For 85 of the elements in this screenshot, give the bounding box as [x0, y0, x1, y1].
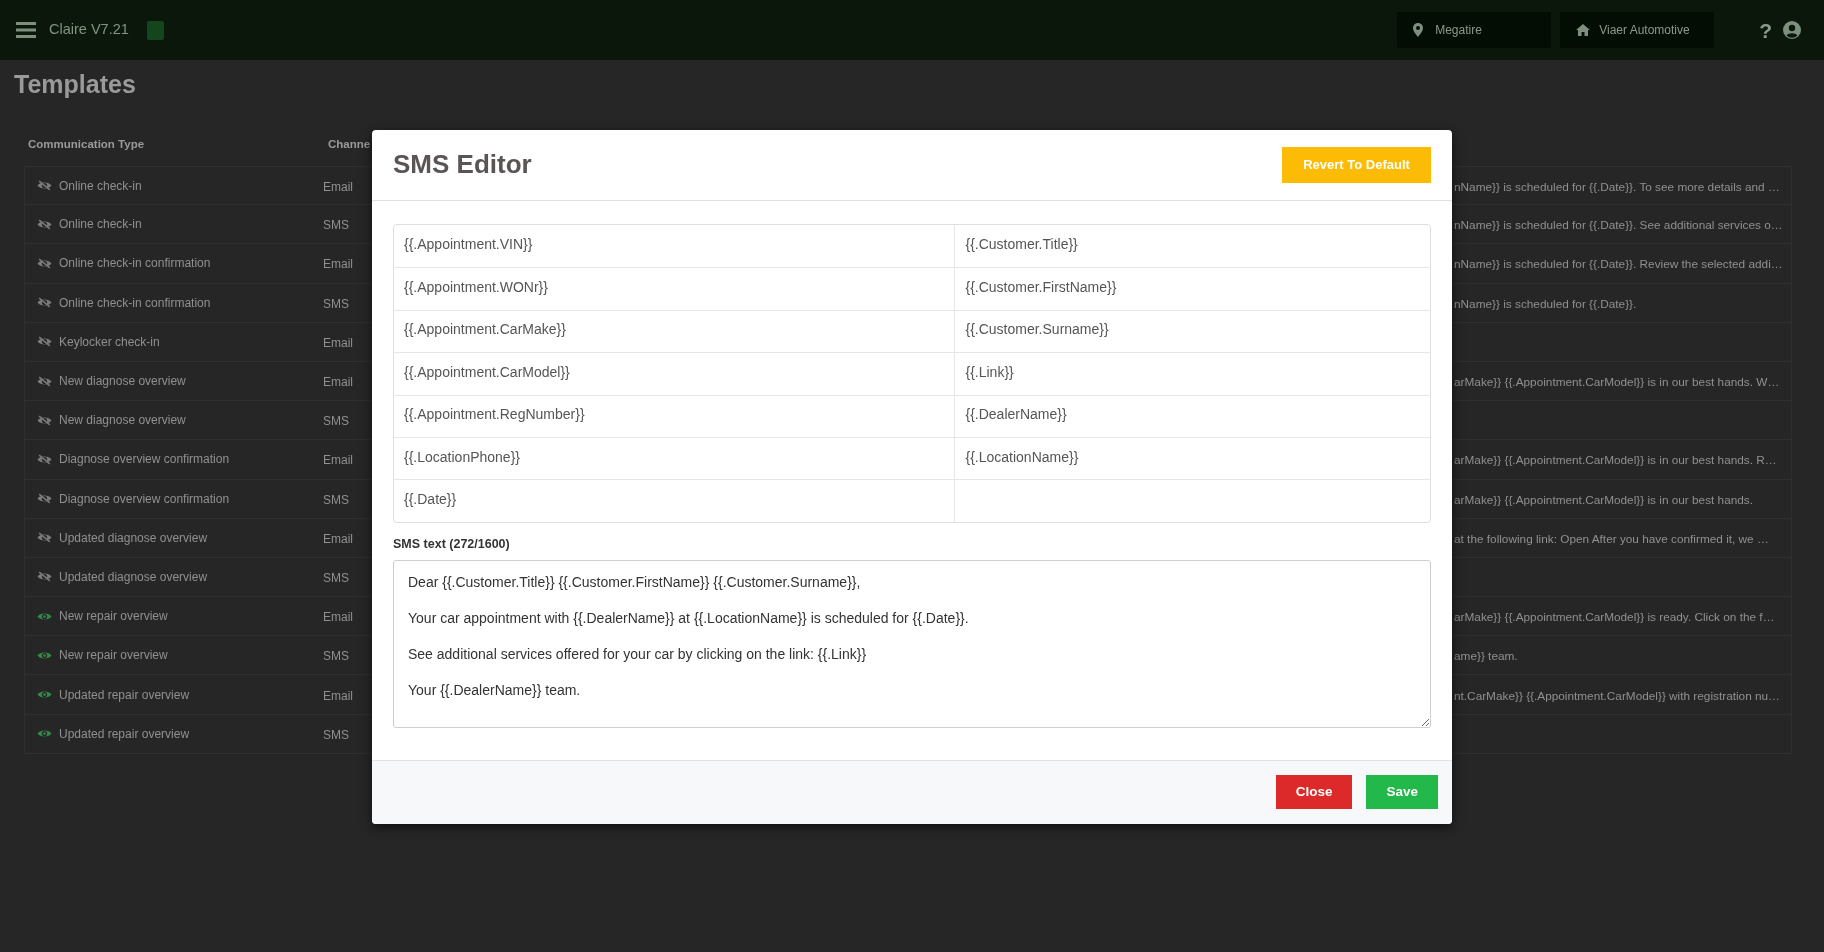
- template-text: arMake}} {{.Appointment.CarModel}} is in our best hands.: [1454, 492, 1754, 507]
- variable-cell: {{.Link}}: [954, 353, 1430, 395]
- communication-type: New repair overview: [59, 647, 168, 665]
- help-button[interactable]: ?: [1759, 19, 1772, 41]
- column-header: Channe: [327, 137, 371, 153]
- template-text: arMake}} {{.Appointment.CarModel}} is in our best hands. R…: [1454, 453, 1777, 468]
- channel-label: Email: [323, 453, 353, 468]
- communication-type: Online check-in: [59, 216, 142, 234]
- channel-label: Email: [323, 375, 353, 390]
- company-selector[interactable]: Viaer Automotive: [1560, 12, 1715, 48]
- channel-label: Email: [323, 257, 353, 272]
- template-text: nt.CarMake}} {{.Appointment.CarModel}} with registration nu…: [1454, 688, 1780, 703]
- logo-icon: [146, 20, 164, 40]
- communication-type: Updated diagnose overview: [59, 568, 208, 586]
- user-icon[interactable]: [1783, 21, 1801, 39]
- communication-type: Keylocker check-in: [59, 333, 160, 351]
- channel-label: Email: [323, 610, 353, 625]
- variable-cell: {{.Customer.Title}}: [954, 225, 1430, 268]
- eye-slash-icon[interactable]: [37, 375, 52, 387]
- channel-label: SMS: [323, 296, 349, 311]
- communication-type: Updated repair overview: [59, 686, 190, 704]
- channel-label: SMS: [323, 649, 349, 664]
- eye-slash-icon[interactable]: [37, 453, 52, 465]
- eye-slash-icon[interactable]: [37, 571, 52, 583]
- eye-icon[interactable]: [37, 728, 52, 740]
- template-text: at the following link: Open After you have confirmed it, we …: [1454, 531, 1769, 546]
- template-text: nName}} is scheduled for {{.Date}}.: [1454, 296, 1637, 311]
- communication-type: Online check-in: [59, 177, 142, 195]
- template-text: ame}} team.: [1454, 649, 1518, 664]
- eye-slash-icon[interactable]: [37, 414, 52, 426]
- channel-label: Email: [323, 179, 353, 194]
- communication-type: Updated repair overview: [59, 725, 190, 743]
- channel-label: Email: [323, 688, 353, 703]
- sms-text-field[interactable]: Dear {{.Customer.Title}} {{.Customer.FirstName}} {{.Customer.Surname}}, Your car appointment with {{.DealerName}} at {{.LocationName}} is scheduled for {{.Date}}. See additional services offered for your car by clicking on the link: {{.Link}} Your {{.DealerName}} team.: [393, 559, 1431, 728]
- template-text: nName}} is scheduled for {{.Date}}. To see more details and …: [1454, 179, 1780, 194]
- channel-label: SMS: [323, 727, 349, 742]
- menu-icon[interactable]: [16, 22, 36, 38]
- column-header: Communication Type: [27, 137, 146, 153]
- variable-cell: {{.LocationName}}: [954, 437, 1430, 480]
- eye-slash-icon[interactable]: [37, 336, 52, 348]
- variable-cell-text: {{.Appointment.VIN}}: [403, 235, 534, 255]
- communication-type: Updated diagnose overview: [59, 529, 208, 547]
- field-label: SMS text (272/1600): [393, 536, 510, 552]
- eye-slash-icon[interactable]: [37, 218, 52, 230]
- eye-slash-icon[interactable]: [37, 180, 52, 192]
- channel-label: Email: [323, 335, 353, 350]
- eye-slash-icon[interactable]: [37, 257, 52, 269]
- map-pin-icon: [1413, 23, 1424, 37]
- variable-cell: {{.DealerName}}: [954, 395, 1430, 437]
- eye-slash-icon[interactable]: [37, 493, 52, 505]
- communication-type: New diagnose overview: [59, 373, 186, 391]
- eye-icon[interactable]: [37, 610, 52, 622]
- variable-cell: {{.Customer.FirstName}}: [954, 268, 1430, 310]
- eye-slash-icon[interactable]: [37, 532, 52, 544]
- app-title: Claire V7.21: [49, 20, 129, 40]
- template-text: nName}} is scheduled for {{.Date}}. Review the selected addi…: [1454, 257, 1783, 272]
- communication-type: Online check-in confirmation: [59, 294, 211, 312]
- communication-type: New repair overview: [59, 608, 168, 626]
- location-selector[interactable]: Megatire: [1397, 12, 1552, 48]
- variable-cell-text: {{.Appointment.CarMake}}: [403, 320, 567, 340]
- variable-cell-text: {{.Appointment.CarModel}}: [403, 362, 571, 382]
- variable-cell-text: {{.Appointment.RegNumber}}: [403, 405, 586, 425]
- communication-type: Online check-in confirmation: [59, 255, 211, 273]
- eye-slash-icon[interactable]: [37, 297, 52, 309]
- template-text: arMake}} {{.Appointment.CarModel}} is ready. Click on the f…: [1454, 610, 1775, 625]
- variable-cell-text: {{.LocationPhone}}: [403, 447, 521, 467]
- variable-cell-text: {{.Appointment.WONr}}: [403, 278, 549, 298]
- variable-cell: {{.Customer.Surname}}: [954, 310, 1430, 353]
- channel-label: Email: [323, 531, 353, 546]
- eye-icon[interactable]: [37, 649, 52, 661]
- communication-type: Diagnose overview confirmation: [59, 451, 230, 469]
- channel-label: SMS: [323, 492, 349, 507]
- modal-title: SMS Editor: [393, 149, 532, 181]
- template-text: arMake}} {{.Appointment.CarModel}} is in our best hands. W…: [1454, 375, 1780, 390]
- communication-type: Diagnose overview confirmation: [59, 490, 230, 508]
- channel-label: SMS: [323, 414, 349, 429]
- close-button[interactable]: Close: [1275, 775, 1353, 810]
- eye-icon[interactable]: [37, 689, 52, 701]
- channel-label: SMS: [323, 570, 349, 585]
- page-title: Templates: [14, 69, 136, 99]
- variable-cell-text: {{.Date}}: [403, 490, 458, 510]
- template-text: nName}} is scheduled for {{.Date}}. See additional services o…: [1454, 218, 1783, 233]
- channel-label: SMS: [323, 218, 349, 233]
- communication-type: New diagnose overview: [59, 412, 186, 430]
- home-icon: [1576, 24, 1591, 36]
